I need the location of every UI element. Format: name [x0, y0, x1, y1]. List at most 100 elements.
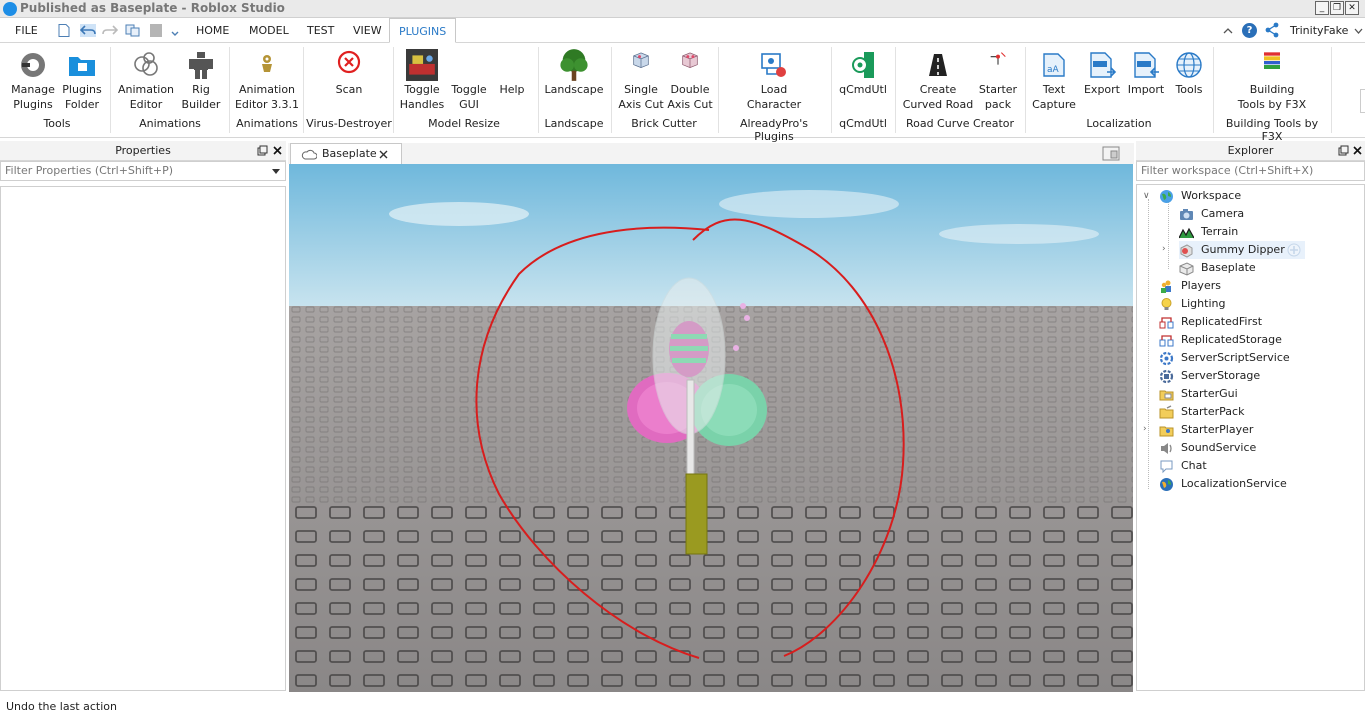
user-dropdown-icon[interactable] — [1354, 27, 1363, 35]
explorer-item-players[interactable]: Players — [1159, 277, 1359, 295]
rig-figure-icon — [189, 52, 213, 79]
qcmdutl-button[interactable]: qCmdUtl — [836, 43, 890, 115]
explorer-item-terrain[interactable]: Terrain — [1179, 223, 1359, 241]
toggle-gui-button[interactable]: Toggle GUI — [446, 43, 492, 115]
tree-guide-line — [1168, 199, 1169, 269]
animation-editor-button[interactable]: Animation Editor — [116, 43, 176, 115]
scan-button[interactable]: Scan — [320, 43, 378, 115]
single-axis-cut-button[interactable]: Single Axis Cut — [616, 43, 666, 115]
explorer-item-camera[interactable]: Camera — [1179, 205, 1359, 223]
user-name[interactable]: TrinityFake — [1290, 24, 1348, 37]
customize-dropdown-icon[interactable] — [170, 24, 180, 37]
plugins-folder-button[interactable]: Plugins Folder — [58, 43, 106, 115]
localization-tools-button[interactable]: Tools — [1168, 43, 1210, 115]
status-text: Undo the last action — [6, 700, 117, 713]
close-button[interactable]: ✕ — [1345, 1, 1359, 15]
explorer-item-startergui[interactable]: StarterGui — [1159, 385, 1359, 403]
add-object-icon[interactable] — [1287, 243, 1301, 257]
starterplayer-expand-chevron-icon[interactable]: › — [1143, 424, 1147, 434]
model-resize-help-button[interactable]: Help — [492, 43, 532, 115]
tab-view[interactable]: VIEW — [353, 24, 382, 37]
redo-icon[interactable] — [102, 24, 118, 37]
explorer-filter-placeholder: Filter workspace (Ctrl+Shift+X) — [1141, 164, 1314, 177]
copy-layout-icon[interactable] — [125, 24, 141, 37]
brick-single-cut-icon — [633, 52, 649, 68]
tab-baseplate[interactable]: Baseplate — [290, 143, 402, 164]
tab-plugins[interactable]: PLUGINS — [389, 18, 457, 43]
status-bar: Undo the last action — [0, 699, 1365, 722]
stop-icon[interactable] — [150, 24, 162, 37]
restore-button[interactable]: ❐ — [1330, 1, 1344, 15]
gummy-dipper-expand-chevron-icon[interactable]: › — [1162, 244, 1166, 254]
explorer-item-baseplate[interactable]: Baseplate — [1179, 259, 1359, 277]
building-tools-f3x-button[interactable]: Building Tools by F3X — [1216, 43, 1328, 115]
explorer-item-chat[interactable]: Chat — [1159, 457, 1359, 475]
starter-pack-icon — [990, 52, 1006, 65]
players-icon — [1161, 280, 1171, 293]
title-bar: Published as Baseplate - Roblox Studio _… — [0, 0, 1365, 18]
ribbon: Manage Plugins Plugins Folder Tools Anim… — [0, 43, 1365, 143]
tab-home[interactable]: HOME — [196, 24, 229, 37]
replicated-first-icon — [1159, 317, 1174, 329]
ribbon-scroll-handle[interactable] — [1360, 89, 1365, 113]
tab-model[interactable]: MODEL — [249, 24, 289, 37]
document-tab-bar: Baseplate — [288, 143, 1134, 164]
group-label-building-tools-f3x: Building Tools by F3X — [1225, 117, 1319, 143]
ribbon-separator — [538, 47, 539, 133]
sparkle — [740, 303, 746, 309]
animation-editor-331-button[interactable]: Animation Editor 3.3.1 — [234, 43, 300, 115]
import-button[interactable]: Import — [1124, 43, 1168, 115]
minimize-button[interactable]: _ — [1315, 1, 1329, 15]
double-axis-cut-button[interactable]: Double Axis Cut — [666, 43, 714, 115]
tab-close-icon[interactable] — [379, 150, 388, 159]
group-label-localization: Localization — [1086, 117, 1152, 130]
toggle-view-icon[interactable] — [1102, 146, 1120, 161]
share-icon[interactable] — [1264, 22, 1280, 38]
load-character-button[interactable]: Load Character — [742, 43, 806, 115]
server-storage-icon — [1159, 369, 1174, 384]
ribbon-separator — [831, 47, 832, 133]
new-file-icon[interactable] — [58, 24, 70, 37]
starter-pack-folder-icon — [1159, 405, 1174, 419]
explorer-item-workspace[interactable]: Workspace — [1159, 187, 1359, 205]
manage-plugins-button[interactable]: Manage Plugins — [8, 43, 58, 115]
explorer-item-starterpack[interactable]: StarterPack — [1159, 403, 1359, 421]
properties-filter-dropdown-icon[interactable] — [272, 169, 280, 174]
starter-player-icon — [1159, 426, 1174, 437]
tab-test[interactable]: TEST — [307, 24, 334, 37]
explorer-filter-input[interactable]: Filter workspace (Ctrl+Shift+X) — [1136, 161, 1365, 181]
text-capture-button[interactable]: aA Text Capture — [1030, 43, 1078, 115]
explorer-item-serverstorage[interactable]: ServerStorage — [1159, 367, 1359, 385]
explorer-item-starterplayer[interactable]: StarterPlayer — [1159, 421, 1359, 439]
properties-float-icon[interactable] — [257, 145, 268, 156]
chat-icon — [1160, 460, 1173, 474]
export-button[interactable]: Export — [1080, 43, 1124, 115]
help-icon[interactable]: ? — [1242, 23, 1257, 38]
undo-icon[interactable] — [80, 24, 96, 37]
candy-stripe — [671, 334, 707, 339]
group-label-alreadypros-plugins: AlreadyPro's Plugins — [739, 117, 809, 143]
3d-viewport[interactable] — [289, 164, 1133, 692]
collapse-ribbon-icon[interactable] — [1222, 26, 1234, 36]
viewport-scene — [289, 164, 1133, 692]
starter-pack-button[interactable]: Starter pack — [976, 43, 1020, 115]
explorer-tree: ∨ Workspace Camera Terrain › Gummy Dippe… — [1136, 184, 1365, 691]
explorer-item-soundservice[interactable]: SoundService — [1159, 439, 1359, 457]
explorer-float-icon[interactable] — [1338, 145, 1349, 156]
csv-export-icon — [1090, 52, 1117, 78]
workspace-collapse-chevron-icon[interactable]: ∨ — [1143, 191, 1150, 201]
rig-builder-button[interactable]: Rig Builder — [178, 43, 224, 115]
explorer-item-replicatedstorage[interactable]: ReplicatedStorage — [1159, 331, 1359, 349]
explorer-item-localizationservice[interactable]: LocalizationService — [1159, 475, 1359, 493]
toggle-handles-button[interactable]: Toggle Handles — [398, 43, 446, 115]
properties-close-icon[interactable] — [272, 145, 283, 156]
terrain-icon — [1179, 227, 1194, 239]
explorer-item-replicatedfirst[interactable]: ReplicatedFirst — [1159, 313, 1359, 331]
explorer-close-icon[interactable] — [1352, 145, 1363, 156]
properties-filter-input[interactable]: Filter Properties (Ctrl+Shift+P) — [0, 161, 286, 181]
menu-file[interactable]: FILE — [15, 24, 38, 37]
create-curved-road-button[interactable]: Create Curved Road — [900, 43, 976, 115]
landscape-button[interactable]: Landscape — [542, 43, 606, 115]
explorer-item-lighting[interactable]: Lighting — [1159, 295, 1359, 313]
explorer-item-serverscriptservice[interactable]: ServerScriptService — [1159, 349, 1359, 367]
